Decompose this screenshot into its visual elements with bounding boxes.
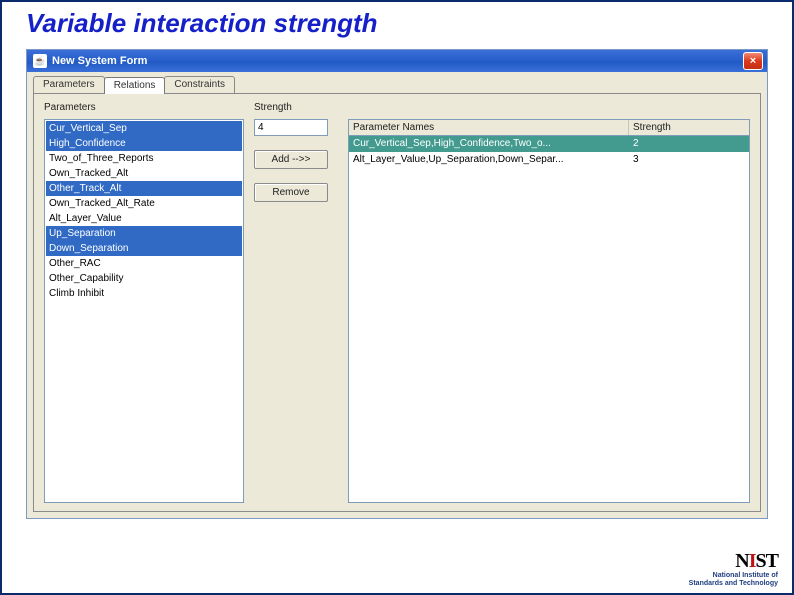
middle-column: Strength Add -->> Remove [254, 102, 338, 503]
list-item[interactable]: Other_RAC [46, 256, 242, 271]
row-strength: 3 [629, 152, 749, 168]
relations-header: Parameter Names Strength [348, 119, 750, 136]
row-params: Cur_Vertical_Sep,High_Confidence,Two_o..… [349, 136, 629, 152]
tabs: Parameters Relations Constraints [27, 72, 767, 93]
row-strength: 2 [629, 136, 749, 152]
parameters-column: Parameters Cur_Vertical_Sep High_Confide… [44, 102, 244, 503]
close-button[interactable]: × [743, 52, 763, 70]
relations-listbox[interactable]: Cur_Vertical_Sep,High_Confidence,Two_o..… [348, 136, 750, 503]
list-item[interactable]: Own_Tracked_Alt [46, 166, 242, 181]
list-item[interactable]: Up_Separation [46, 226, 242, 241]
tab-parameters[interactable]: Parameters [33, 76, 105, 93]
list-item[interactable]: Cur_Vertical_Sep [46, 121, 242, 136]
list-item[interactable]: Two_of_Three_Reports [46, 151, 242, 166]
list-item[interactable]: Alt_Layer_Value [46, 211, 242, 226]
header-parameter-names: Parameter Names [349, 120, 629, 135]
parameters-label: Parameters [44, 102, 244, 113]
table-row[interactable]: Cur_Vertical_Sep,High_Confidence,Two_o..… [349, 136, 749, 152]
table-row[interactable]: Alt_Layer_Value,Up_Separation,Down_Separ… [349, 152, 749, 168]
list-item[interactable]: Other_Track_Alt [46, 181, 242, 196]
titlebar: ☕ New System Form × [27, 50, 767, 72]
list-item[interactable]: Down_Separation [46, 241, 242, 256]
nist-wordmark: NIST [689, 551, 778, 572]
list-item[interactable]: Own_Tracked_Alt_Rate [46, 196, 242, 211]
list-item[interactable]: Climb Inhibit [46, 286, 242, 301]
slide-title: Variable interaction strength [2, 2, 792, 45]
java-icon: ☕ [33, 54, 47, 68]
close-icon: × [750, 55, 756, 67]
application-window: ☕ New System Form × Parameters Relations… [26, 49, 768, 519]
strength-input[interactable] [254, 119, 328, 136]
list-item[interactable]: Other_Capability [46, 271, 242, 286]
tab-body: Parameters Cur_Vertical_Sep High_Confide… [33, 93, 761, 512]
nist-logo: NIST National Institute of Standards and… [689, 551, 778, 587]
add-button[interactable]: Add -->> [254, 150, 328, 169]
tab-constraints[interactable]: Constraints [164, 76, 235, 93]
nist-subtitle-1: National Institute of [689, 572, 778, 579]
nist-subtitle-2: Standards and Technology [689, 580, 778, 587]
tab-relations[interactable]: Relations [104, 77, 166, 94]
window-title: New System Form [52, 55, 147, 67]
remove-button[interactable]: Remove [254, 183, 328, 202]
strength-label: Strength [254, 102, 338, 113]
relations-column: Parameter Names Strength Cur_Vertical_Se… [348, 102, 750, 503]
list-item[interactable]: High_Confidence [46, 136, 242, 151]
row-params: Alt_Layer_Value,Up_Separation,Down_Separ… [349, 152, 629, 168]
parameters-listbox[interactable]: Cur_Vertical_Sep High_Confidence Two_of_… [44, 119, 244, 503]
header-strength: Strength [629, 120, 749, 135]
